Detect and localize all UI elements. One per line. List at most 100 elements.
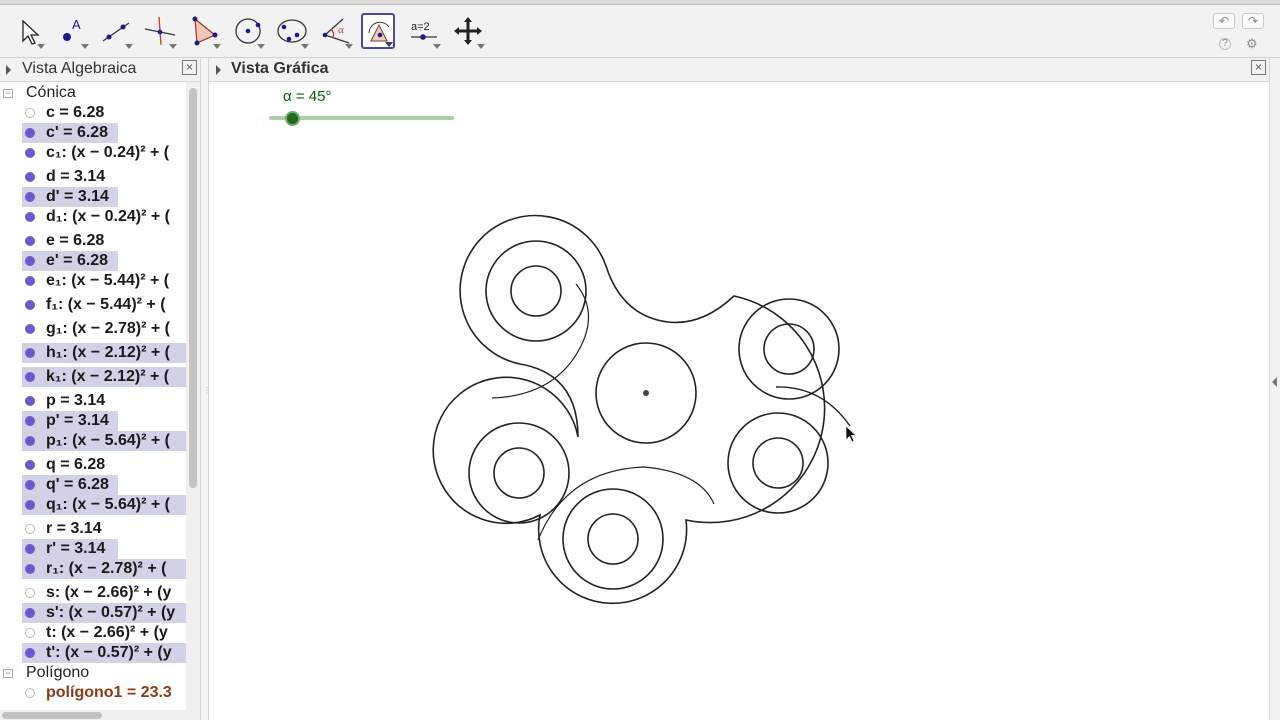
algebra-item[interactable]: p' = 3.14 — [0, 411, 186, 431]
visibility-toggle-icon[interactable] — [25, 608, 35, 618]
algebra-item-text: c₁: (x − 0.24)² + ( — [46, 144, 170, 161]
algebra-item-text: d₁: (x − 0.24)² + ( — [46, 208, 170, 225]
collapse-group-icon[interactable]: − — [3, 89, 13, 98]
visibility-toggle-icon[interactable] — [25, 128, 35, 138]
group-header[interactable]: − Polígono — [0, 663, 186, 683]
visibility-toggle-icon[interactable] — [25, 588, 35, 598]
algebra-item[interactable]: t': (x − 0.57)² + (y — [0, 643, 186, 663]
algebra-item[interactable]: s': (x − 0.57)² + (y — [0, 603, 186, 623]
algebra-item[interactable]: e = 6.28 — [0, 231, 186, 251]
graphics-view-close-button[interactable]: × — [1251, 60, 1266, 75]
expand-arrow-icon[interactable] — [6, 65, 11, 75]
algebra-item-text: t': (x − 0.57)² + (y — [46, 644, 172, 661]
algebra-item[interactable]: f₁: (x − 5.44)² + ( — [0, 295, 186, 315]
conic-tool-button[interactable] — [275, 13, 309, 49]
algebra-item[interactable]: s: (x − 2.66)² + (y — [0, 583, 186, 603]
algebra-item-text: c = 6.28 — [46, 104, 105, 121]
point-tool-button[interactable]: A — [55, 13, 89, 49]
algebra-item[interactable]: r' = 3.14 — [0, 539, 186, 559]
algebra-item[interactable]: r = 3.14 — [0, 519, 186, 539]
graphics-view-title: Vista Gráfica — [231, 60, 329, 77]
algebra-item[interactable]: q = 6.28 — [0, 455, 186, 475]
algebra-item-text: r' = 3.14 — [46, 540, 106, 557]
polygon-tool-button[interactable] — [187, 13, 221, 49]
visibility-toggle-icon[interactable] — [25, 256, 35, 266]
algebra-item-text: r₁: (x − 2.78)² + ( — [46, 560, 167, 577]
algebra-item[interactable]: k₁: (x − 2.12)² + ( — [0, 367, 186, 387]
visibility-toggle-icon[interactable] — [25, 564, 35, 574]
visibility-toggle-icon[interactable] — [25, 396, 35, 406]
visibility-toggle-icon[interactable] — [25, 480, 35, 490]
circle-tool-button[interactable] — [231, 13, 265, 49]
visibility-toggle-icon[interactable] — [25, 372, 35, 382]
collapse-group-icon[interactable]: − — [3, 669, 13, 678]
visibility-toggle-icon[interactable] — [25, 276, 35, 286]
algebra-item[interactable]: d = 3.14 — [0, 167, 186, 187]
algebra-item[interactable]: p₁: (x − 5.64)² + ( — [0, 431, 186, 451]
algebra-vertical-scroll-thumb[interactable] — [189, 88, 197, 488]
algebra-item[interactable]: polígono1 = 23.3 — [0, 683, 186, 703]
group-header[interactable]: − Cónica — [0, 83, 186, 103]
slider-tool-button[interactable]: a=2 — [407, 13, 441, 49]
algebra-item[interactable]: r₁: (x − 2.78)² + ( — [0, 559, 186, 579]
svg-text:A: A — [72, 17, 81, 32]
algebra-item[interactable]: e' = 6.28 — [0, 251, 186, 271]
collapse-arrow-icon[interactable] — [1272, 377, 1277, 387]
algebra-item[interactable]: c = 6.28 — [0, 103, 186, 123]
redo-button[interactable]: ↷ — [1242, 13, 1264, 29]
lobe-inner-circle — [493, 447, 545, 499]
visibility-toggle-icon[interactable] — [25, 524, 35, 534]
group-title: Cónica — [26, 84, 76, 101]
visibility-toggle-icon[interactable] — [25, 648, 35, 658]
visibility-toggle-icon[interactable] — [25, 348, 35, 358]
algebra-item[interactable]: e₁: (x − 5.44)² + ( — [0, 271, 186, 291]
slider-alpha-knob[interactable] — [284, 111, 300, 126]
algebra-item[interactable]: h₁: (x − 2.12)² + ( — [0, 343, 186, 363]
algebra-item-text: s: (x − 2.66)² + (y — [46, 584, 172, 601]
angle-tool-button[interactable]: α — [319, 13, 353, 49]
algebra-item[interactable]: g₁: (x − 2.78)² + ( — [0, 319, 186, 339]
settings-button[interactable]: ⚙ — [1246, 36, 1258, 52]
visibility-toggle-icon[interactable] — [25, 192, 35, 202]
visibility-toggle-icon[interactable] — [25, 300, 35, 310]
visibility-toggle-icon[interactable] — [25, 500, 35, 510]
algebra-view-close-button[interactable]: × — [182, 60, 197, 75]
visibility-toggle-icon[interactable] — [25, 172, 35, 182]
move-view-tool-button[interactable] — [451, 13, 485, 49]
algebra-item[interactable]: c' = 6.28 — [0, 123, 186, 143]
visibility-toggle-icon[interactable] — [25, 628, 35, 638]
visibility-toggle-icon[interactable] — [25, 236, 35, 246]
algebra-item[interactable]: d' = 3.14 — [0, 187, 186, 207]
visibility-toggle-icon[interactable] — [25, 436, 35, 446]
help-button[interactable]: ? — [1219, 38, 1231, 50]
algebra-item[interactable]: p = 3.14 — [0, 391, 186, 411]
graphics-canvas[interactable] — [209, 82, 1269, 720]
algebra-view-title: Vista Algebraica — [22, 60, 137, 77]
close-icon: × — [185, 60, 193, 74]
visibility-toggle-icon[interactable] — [25, 544, 35, 554]
undo-button[interactable]: ↶ — [1213, 13, 1235, 29]
rotate-tool-button[interactable] — [361, 13, 395, 49]
visibility-toggle-icon[interactable] — [25, 460, 35, 470]
visibility-toggle-icon[interactable] — [25, 212, 35, 222]
algebra-list: − Cónica c = 6.28 c' = 6.28 c₁: (x − 0.24)² … — [0, 82, 186, 710]
line-tool-button[interactable] — [99, 13, 133, 49]
algebra-item[interactable]: c₁: (x − 0.24)² + ( — [0, 143, 186, 163]
lobe-ring — [727, 412, 829, 514]
visibility-toggle-icon[interactable] — [25, 324, 35, 334]
perpendicular-tool-button[interactable] — [143, 13, 177, 49]
visibility-toggle-icon[interactable] — [25, 108, 35, 118]
algebra-horizontal-scroll-thumb[interactable] — [2, 712, 102, 719]
expand-arrow-icon[interactable] — [216, 65, 221, 75]
algebra-item-text: e' = 6.28 — [46, 252, 109, 269]
algebra-item[interactable]: t: (x − 2.66)² + (y — [0, 623, 186, 643]
visibility-toggle-icon[interactable] — [25, 148, 35, 158]
visibility-toggle-icon[interactable] — [25, 416, 35, 426]
move-tool-button[interactable] — [11, 13, 45, 49]
algebra-item[interactable]: d₁: (x − 0.24)² + ( — [0, 207, 186, 227]
algebra-item[interactable]: q' = 6.28 — [0, 475, 186, 495]
visibility-toggle-icon[interactable] — [25, 688, 35, 698]
algebra-item-text: h₁: (x − 2.12)² + ( — [46, 344, 170, 361]
algebra-item-text: p = 3.14 — [46, 392, 106, 409]
algebra-item[interactable]: q₁: (x − 5.64)² + ( — [0, 495, 186, 515]
